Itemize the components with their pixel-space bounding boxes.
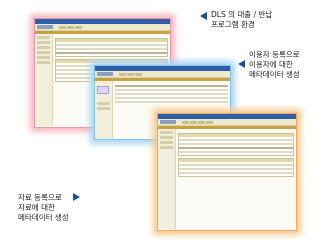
panel-header xyxy=(56,39,167,42)
form-row xyxy=(115,85,228,87)
callout-line: 메타데이터 생성 xyxy=(249,70,300,79)
sidebar-item[interactable] xyxy=(160,136,173,139)
form-row xyxy=(115,89,228,91)
sidebar-item[interactable] xyxy=(37,41,50,44)
screenshot-material-registration xyxy=(157,113,297,231)
form-row xyxy=(115,101,228,103)
table-row[interactable] xyxy=(179,164,293,166)
sidebar xyxy=(35,34,53,126)
tab-item[interactable] xyxy=(127,72,134,76)
arrow-icon xyxy=(238,60,245,68)
form-row xyxy=(115,93,228,95)
tab-item[interactable] xyxy=(67,25,74,29)
sidebar-item[interactable] xyxy=(37,46,50,49)
form-row xyxy=(56,52,167,54)
form-row xyxy=(179,139,293,141)
sidebar-item[interactable] xyxy=(160,141,173,144)
callout-line: 이용자에 대한 xyxy=(249,60,293,69)
callout-line: 자료 등록으로 xyxy=(18,193,62,202)
callout-left: 자료 등록으로 자료에 대한 메타데이터 생성 xyxy=(18,193,80,223)
nav-tabs xyxy=(119,72,142,76)
nav-tabs xyxy=(59,25,82,29)
app-logo xyxy=(97,72,113,76)
callout-right: 이용자 등록으로 이용자에 대한 메타데이터 생성 xyxy=(238,50,300,80)
form-row xyxy=(179,143,293,145)
callout-line: 이용자 등록으로 xyxy=(249,50,300,59)
window-body xyxy=(158,129,296,229)
sidebar-item[interactable] xyxy=(97,102,110,105)
user-badge xyxy=(97,86,109,94)
tab-item[interactable] xyxy=(119,72,126,76)
tab-item[interactable] xyxy=(198,120,205,124)
table-row[interactable] xyxy=(179,168,293,170)
sidebar xyxy=(95,81,113,139)
tab-item[interactable] xyxy=(206,120,213,124)
arrow-icon xyxy=(72,193,80,201)
app-header xyxy=(158,119,296,126)
sidebar-item[interactable] xyxy=(37,51,50,54)
form-panel xyxy=(55,38,168,57)
sidebar xyxy=(158,129,176,229)
sidebar-item[interactable] xyxy=(37,61,50,64)
callout-text: 자료 등록으로 자료에 대한 메타데이터 생성 xyxy=(18,193,69,223)
sidebar-item[interactable] xyxy=(160,146,173,149)
table-row[interactable] xyxy=(179,172,293,174)
form-row xyxy=(179,151,293,153)
main-content xyxy=(176,129,296,229)
panel-header xyxy=(179,134,293,137)
callout-text: DLS 의 대출 / 반납 프로그램 환경 xyxy=(211,10,272,30)
sidebar-item[interactable] xyxy=(97,107,110,110)
callout-line: 자료에 대한 xyxy=(18,203,55,212)
app-header xyxy=(35,24,170,31)
tab-item[interactable] xyxy=(135,72,142,76)
app-logo xyxy=(160,120,176,124)
app-logo xyxy=(37,25,53,29)
panel-header xyxy=(56,60,167,63)
tab-item[interactable] xyxy=(75,25,82,29)
sidebar-item[interactable] xyxy=(37,56,50,59)
callout-top: DLS 의 대출 / 반납 프로그램 환경 xyxy=(200,10,272,30)
callout-text: 이용자 등록으로 이용자에 대한 메타데이터 생성 xyxy=(249,50,300,80)
form-row xyxy=(115,97,228,99)
app-header xyxy=(95,71,230,78)
callout-line: 메타데이터 생성 xyxy=(18,213,69,222)
sidebar-item[interactable] xyxy=(37,36,50,39)
tab-item[interactable] xyxy=(182,120,189,124)
sidebar-item[interactable] xyxy=(160,131,173,134)
panel-header xyxy=(179,159,293,162)
callout-line: DLS 의 대출 / 반납 xyxy=(211,10,273,19)
form-panel xyxy=(178,133,294,156)
nav-tabs xyxy=(182,120,213,124)
form-row xyxy=(56,44,167,46)
form-row xyxy=(56,48,167,50)
tab-item[interactable] xyxy=(59,25,66,29)
list-panel xyxy=(178,158,294,177)
arrow-icon xyxy=(200,12,207,20)
callout-line: 프로그램 환경 xyxy=(211,20,255,29)
form-row xyxy=(179,147,293,149)
tab-item[interactable] xyxy=(190,120,197,124)
